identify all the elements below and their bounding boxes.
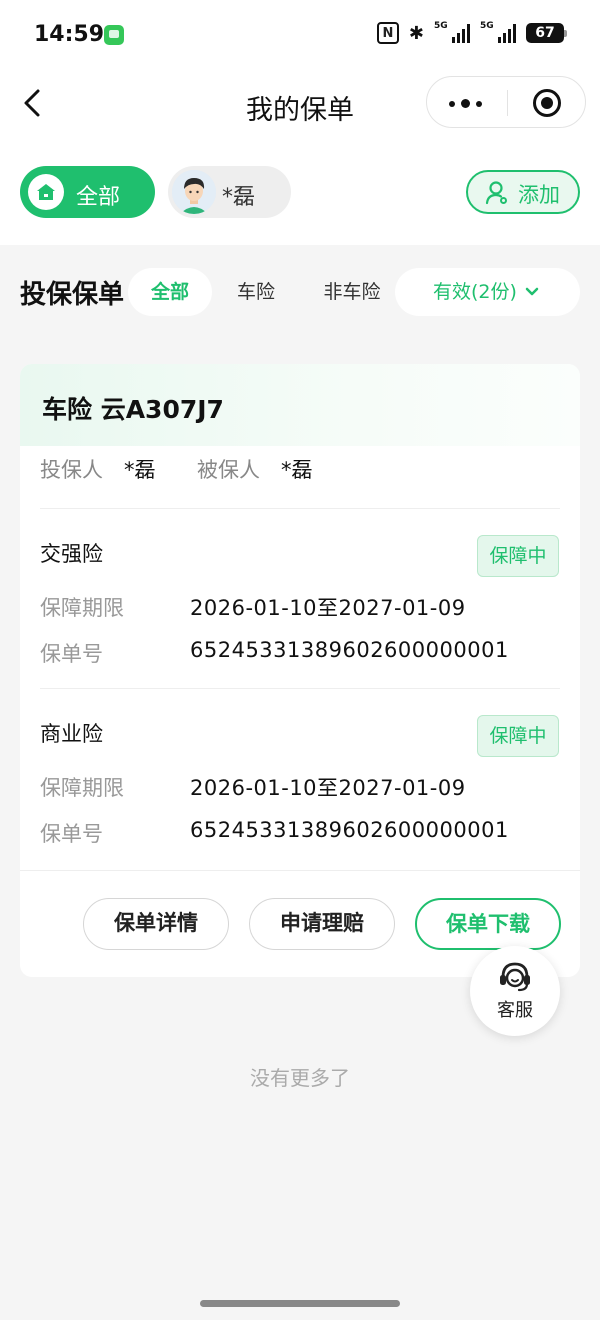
person-chip-user-label: *磊	[222, 185, 256, 210]
nfc-icon: N	[376, 22, 399, 44]
policy-card-title: 车险 云A307J7	[42, 395, 224, 424]
policy-card-header: 车险 云A307J7	[20, 364, 580, 446]
avatar	[172, 170, 216, 214]
bluetooth-icon: ✱	[408, 22, 424, 44]
home-indicator[interactable]	[200, 1300, 400, 1307]
policy-number-label: 保单号	[40, 642, 103, 666]
battery-icon: 67	[526, 23, 567, 43]
chevron-down-icon	[525, 287, 539, 296]
person-chip-all-label: 全部	[76, 185, 121, 210]
signal-icon-2: 5G	[480, 21, 516, 43]
home-icon	[28, 174, 64, 210]
person-chip-all[interactable]: 全部	[20, 166, 155, 218]
customer-service-button[interactable]: 客服	[470, 946, 560, 1036]
period-value: 2026-01-10至2027-01-09	[190, 776, 466, 800]
policy-status-dropdown[interactable]: 有效(2份)	[395, 268, 580, 316]
policy-download-button[interactable]: 保单下载	[415, 898, 561, 950]
policy-detail-button[interactable]: 保单详情	[83, 898, 229, 950]
customer-service-label: 客服	[497, 1000, 533, 1021]
insured-label: 被保人	[197, 458, 260, 482]
add-person-button[interactable]: 添加	[466, 170, 580, 214]
policy-number-value: 65245331389602600000001	[190, 638, 509, 662]
signal-icon: 5G	[434, 21, 470, 43]
more-icon[interactable]	[449, 99, 482, 108]
section-divider	[40, 688, 560, 689]
tab-non-car-insurance[interactable]: 非车险	[306, 268, 398, 316]
section-divider	[40, 508, 560, 509]
section-name: 交强险	[40, 542, 103, 566]
close-miniprogram-icon[interactable]	[533, 89, 561, 117]
tab-car-insurance[interactable]: 车险	[216, 268, 296, 316]
policy-status-label: 有效(2份)	[433, 281, 517, 303]
miniprogram-capsule	[426, 76, 586, 128]
capsule-divider	[507, 90, 508, 116]
policy-card: 车险 云A307J7 投保人 *磊 被保人 *磊 交强险 保障中 保障期限 20…	[20, 364, 580, 977]
person-filter-bar: 全部 *磊 添加	[0, 150, 600, 245]
apply-claim-button[interactable]: 申请理赔	[249, 898, 395, 950]
status-badge: 保障中	[477, 715, 559, 757]
applicant-label: 投保人	[40, 458, 103, 482]
status-time: 14:59	[34, 22, 105, 47]
period-label: 保障期限	[40, 596, 124, 620]
policy-filter-row: 投保保单 全部 车险 非车险 有效(2份)	[0, 262, 600, 322]
status-bar: 14:59 N ✱ 5G 5G 67	[0, 0, 600, 70]
no-more-text: 没有更多了	[250, 1066, 350, 1090]
headset-icon	[500, 962, 530, 992]
applicant-value: *磊	[124, 458, 156, 482]
policy-filter-title: 投保保单	[20, 280, 125, 310]
period-value: 2026-01-10至2027-01-09	[190, 596, 466, 620]
period-label: 保障期限	[40, 776, 124, 800]
app-notification-icon	[104, 25, 124, 45]
add-user-icon	[485, 181, 507, 205]
section-name: 商业险	[40, 722, 103, 746]
actions-divider	[20, 870, 580, 871]
policy-number-value: 65245331389602600000001	[190, 818, 509, 842]
insured-value: *磊	[281, 458, 313, 482]
status-badge: 保障中	[477, 535, 559, 577]
add-person-label: 添加	[518, 183, 560, 207]
status-icons: N ✱ 5G 5G 67	[376, 21, 567, 44]
policy-number-label: 保单号	[40, 822, 103, 846]
tab-all[interactable]: 全部	[128, 268, 212, 316]
person-chip-user[interactable]: *磊	[168, 166, 291, 218]
nav-bar: 我的保单	[0, 70, 600, 150]
